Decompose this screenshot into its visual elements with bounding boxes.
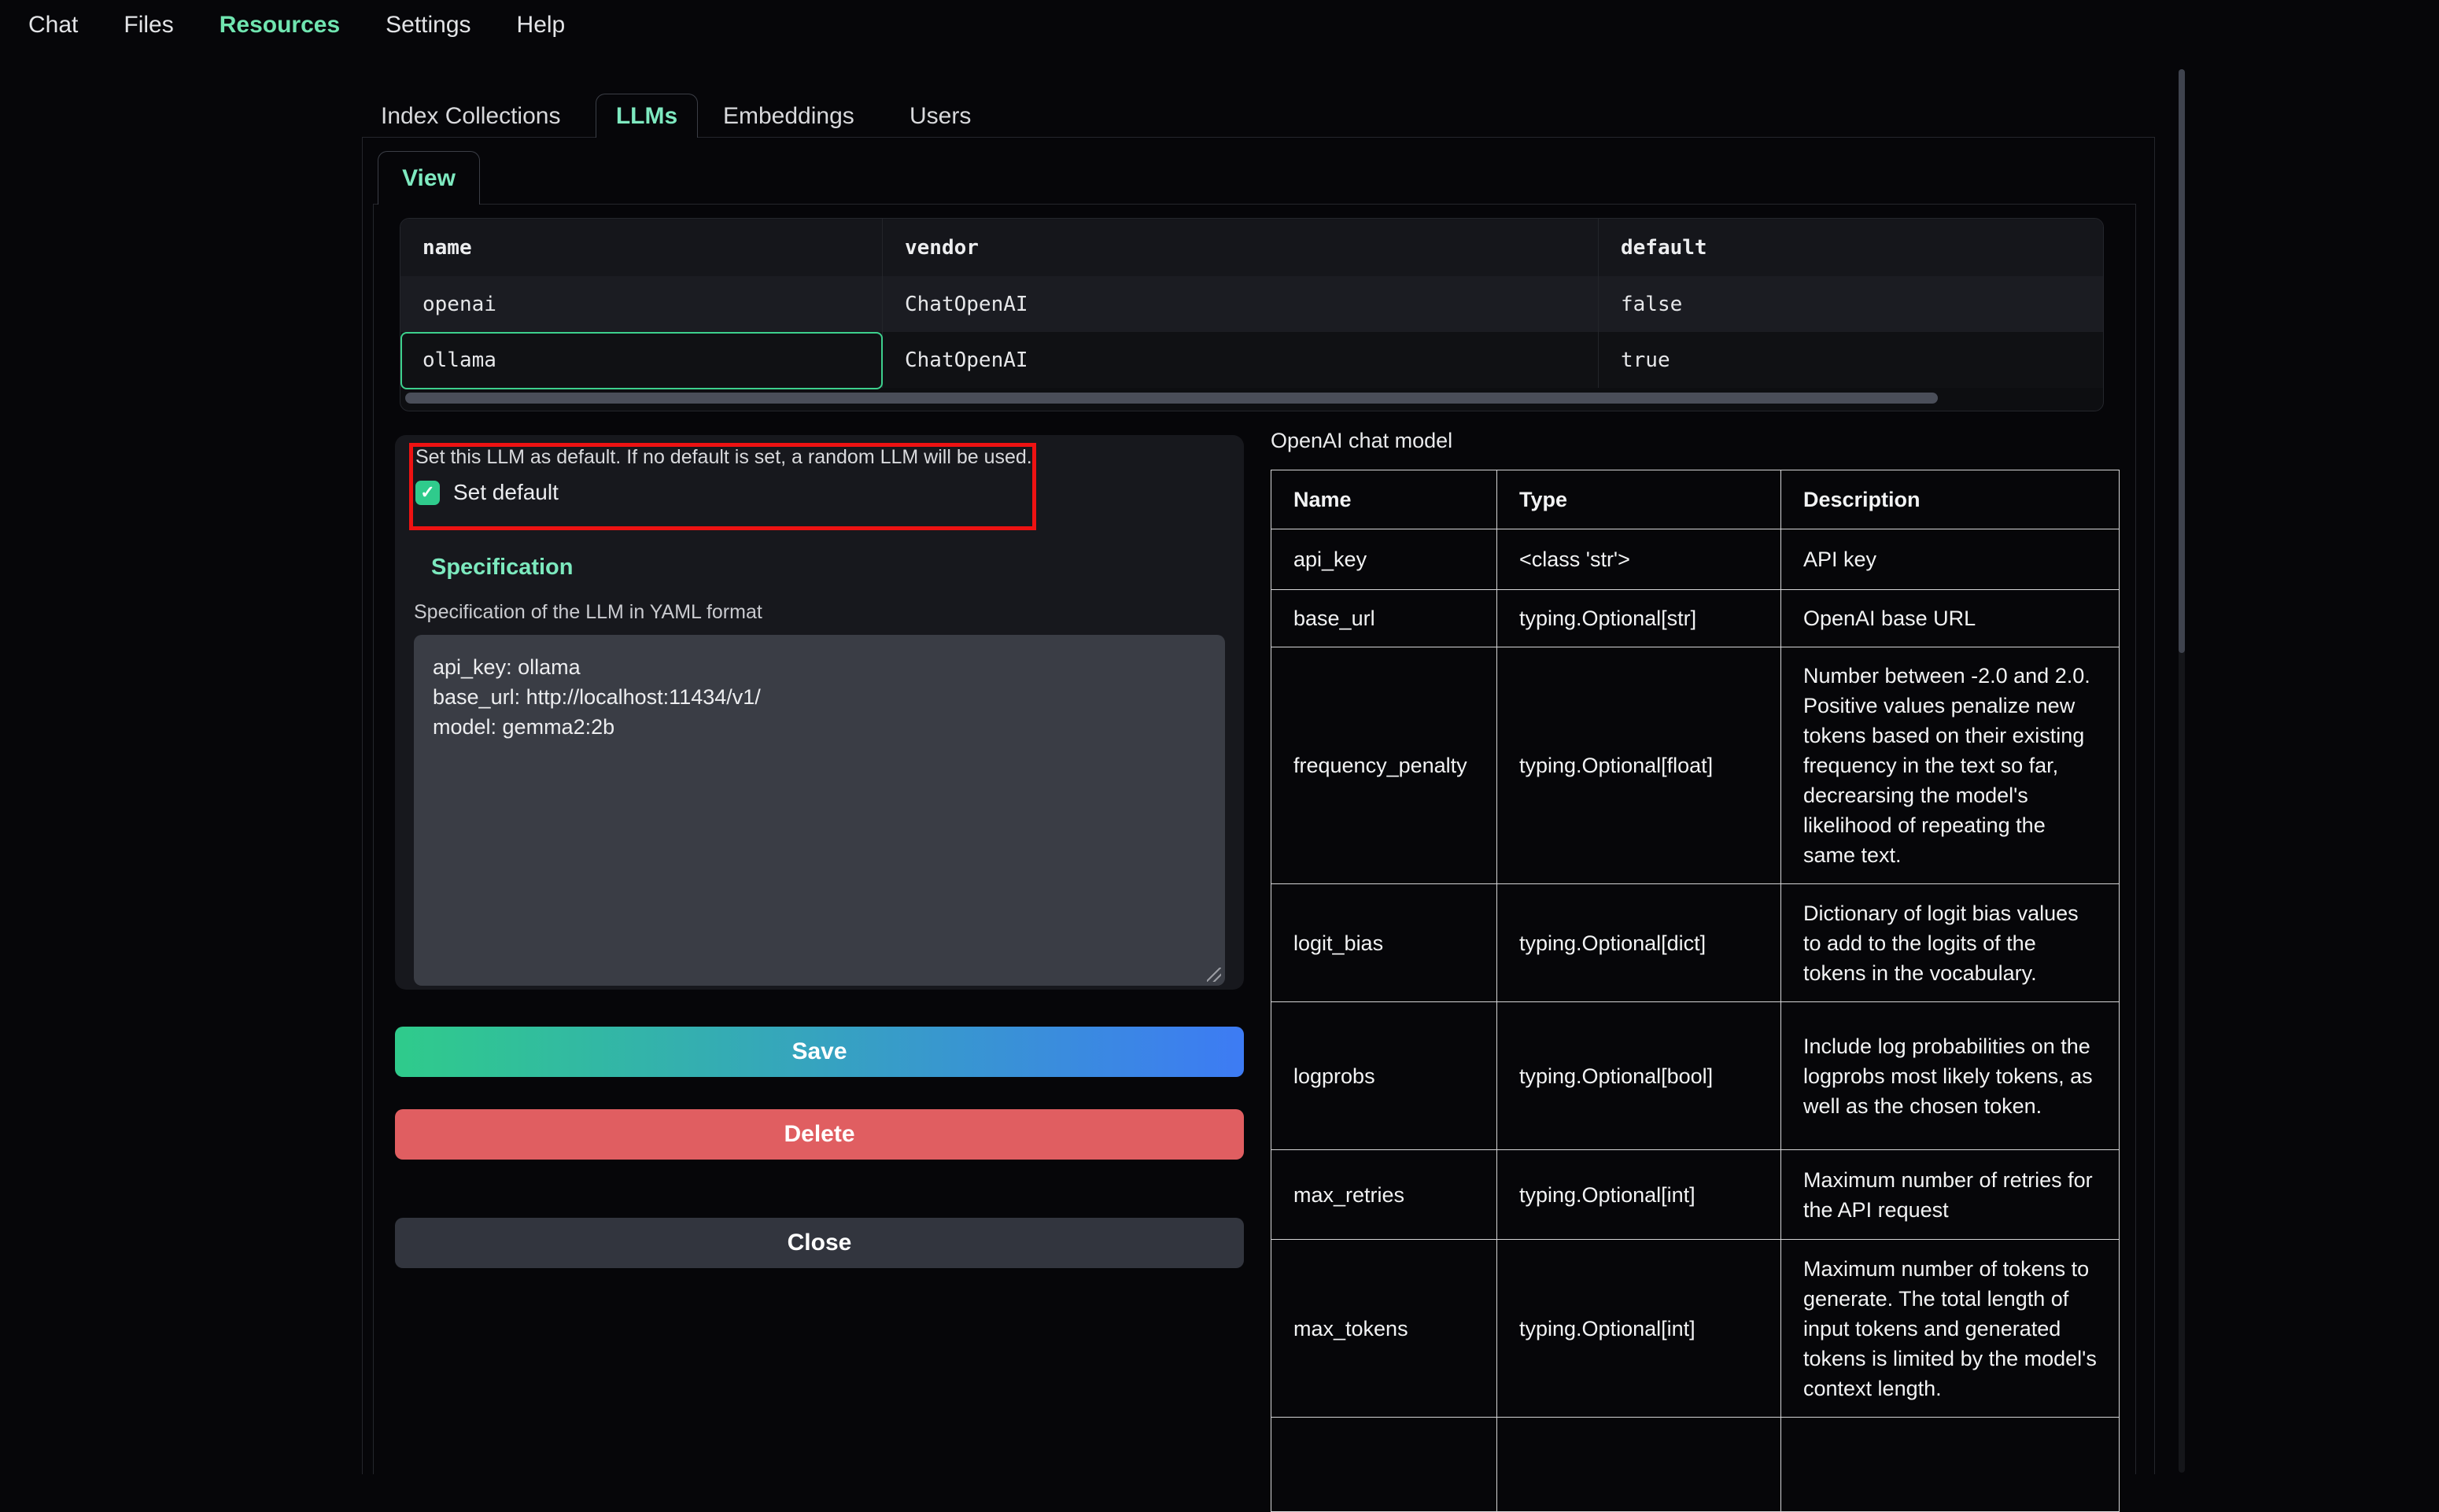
model-doc-title: OpenAI chat model [1271,429,1452,453]
llm-list-table: name vendor default openai ChatOpenAI fa… [400,218,2104,411]
doc-cell-type: typing.Optional[int] [1497,1150,1781,1240]
llm-col-header-name: name [400,219,882,276]
app-screen: Chat Files Resources Settings Help Index… [0,0,2439,1473]
llm-cell-name[interactable]: openai [400,276,882,332]
doc-cell-name: base_url [1271,590,1497,647]
doc-row-max-retries: max_retries typing.Optional[int] Maximum… [1271,1150,2120,1240]
llm-table-header: name vendor default [400,219,2103,276]
doc-col-header-name: Name [1271,470,1497,529]
doc-cell-name: frequency_penalty [1271,647,1497,884]
close-button[interactable]: Close [395,1218,1244,1268]
doc-row-max-tokens: max_tokens typing.Optional[int] Maximum … [1271,1240,2120,1418]
doc-cell-type: typing.Optional[dict] [1497,884,1781,1002]
doc-row-logprobs: logprobs typing.Optional[bool] Include l… [1271,1002,2120,1150]
doc-row-frequency-penalty: frequency_penalty typing.Optional[float]… [1271,647,2120,884]
nav-item-files[interactable]: Files [124,12,173,39]
doc-cell-type [1497,1418,1781,1512]
doc-cell-type: typing.Optional[bool] [1497,1002,1781,1150]
doc-cell-description: Maximum number of retries for the API re… [1781,1150,2120,1240]
tab-llms[interactable]: LLMs [596,94,698,138]
doc-cell-description: Include log probabilities on the logprob… [1781,1002,2120,1150]
doc-cell-name: max_retries [1271,1150,1497,1240]
page-scrollbar-thumb[interactable] [2179,69,2185,653]
llm-detail-card: Set this LLM as default. If no default i… [395,435,1244,990]
llm-cell-vendor[interactable]: ChatOpenAI [882,276,1598,332]
model-doc-table: Name Type Description api_key <class 'st… [1271,470,2120,1512]
save-button[interactable]: Save [395,1027,1244,1077]
llm-row-openai[interactable]: openai ChatOpenAI false [400,276,2103,332]
doc-cell-description: API key [1781,529,2120,590]
textarea-resize-handle[interactable] [1207,968,1221,982]
tab-index-collections[interactable]: Index Collections [381,103,560,130]
doc-row-base-url: base_url typing.Optional[str] OpenAI bas… [1271,590,2120,647]
page-scrollbar-track[interactable] [2179,69,2185,1473]
tab-embeddings[interactable]: Embeddings [723,103,854,130]
red-annotation-box [409,443,1036,530]
doc-cell-name: api_key [1271,529,1497,590]
doc-col-header-description: Description [1781,470,2120,529]
doc-row-api-key: api_key <class 'str'> API key [1271,529,2120,590]
tab-users[interactable]: Users [910,103,971,130]
doc-cell-type: <class 'str'> [1497,529,1781,590]
horizontal-scrollbar-thumb[interactable] [405,393,1938,404]
specification-heading: Specification [431,555,574,581]
nav-item-resources[interactable]: Resources [220,12,340,39]
doc-cell-name: max_tokens [1271,1240,1497,1418]
doc-cell-type: typing.Optional[str] [1497,590,1781,647]
yaml-spec-textarea[interactable]: api_key: ollama base_url: http://localho… [414,635,1225,986]
doc-header-row: Name Type Description [1271,470,2120,529]
delete-button[interactable]: Delete [395,1109,1244,1160]
top-nav: Chat Files Resources Settings Help [28,8,565,42]
nav-item-chat[interactable]: Chat [28,12,78,39]
llm-cell-name[interactable]: ollama [400,332,882,388]
doc-col-header-type: Type [1497,470,1781,529]
llm-cell-default[interactable]: true [1598,332,2104,388]
doc-row-partial [1271,1418,2120,1512]
doc-cell-description: Dictionary of logit bias values to add t… [1781,884,2120,1002]
llm-cell-vendor[interactable]: ChatOpenAI [882,332,1598,388]
subtab-view[interactable]: View [378,151,480,205]
doc-row-logit-bias: logit_bias typing.Optional[dict] Diction… [1271,884,2120,1002]
doc-cell-type: typing.Optional[int] [1497,1240,1781,1418]
doc-cell-name [1271,1418,1497,1512]
doc-cell-name: logit_bias [1271,884,1497,1002]
doc-cell-description: Maximum number of tokens to generate. Th… [1781,1240,2120,1418]
llm-cell-default[interactable]: false [1598,276,2104,332]
nav-item-settings[interactable]: Settings [386,12,470,39]
doc-cell-description [1781,1418,2120,1512]
doc-cell-description: Number between -2.0 and 2.0. Positive va… [1781,647,2120,884]
yaml-format-label: Specification of the LLM in YAML format [414,601,762,624]
llm-row-ollama[interactable]: ollama ChatOpenAI true [400,332,2103,388]
nav-item-help[interactable]: Help [517,12,566,39]
doc-cell-type: typing.Optional[float] [1497,647,1781,884]
doc-cell-description: OpenAI base URL [1781,590,2120,647]
doc-cell-name: logprobs [1271,1002,1497,1150]
llm-col-header-default: default [1598,219,2104,276]
llm-col-header-vendor: vendor [882,219,1598,276]
